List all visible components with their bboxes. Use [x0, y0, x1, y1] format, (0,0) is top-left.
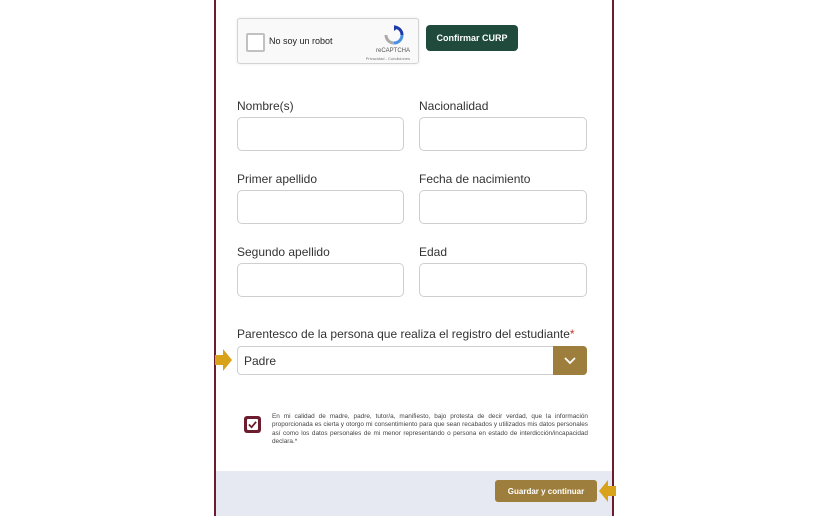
confirm-curp-button[interactable]: Confirmar CURP: [426, 25, 518, 51]
recaptcha-checkbox[interactable]: [246, 33, 265, 52]
parentesco-selected-value: Padre: [244, 354, 277, 368]
recaptcha-widget: No soy un robot reCAPTCHA Privacidad - C…: [237, 18, 419, 64]
recaptcha-label: No soy un robot: [269, 36, 333, 46]
nacionalidad-label: Nacionalidad: [419, 99, 489, 113]
edad-input[interactable]: [419, 263, 587, 297]
edad-label: Edad: [419, 245, 448, 259]
consent-checkbox[interactable]: [244, 416, 261, 433]
recaptcha-logo-icon: [384, 25, 404, 45]
parentesco-question-text: Parentesco de la persona que realiza el …: [237, 327, 570, 341]
nacionalidad-input[interactable]: [419, 117, 587, 151]
checkbox-inner: [247, 419, 258, 430]
parentesco-label: Parentesco de la persona que realiza el …: [237, 327, 575, 341]
nombre-input[interactable]: [237, 117, 404, 151]
segundo-apellido-label: Segundo apellido: [237, 245, 330, 259]
select-toggle-button[interactable]: [553, 346, 587, 375]
parentesco-select[interactable]: Padre: [237, 346, 587, 375]
required-mark: *: [569, 327, 575, 341]
recaptcha-brand: reCAPTCHA: [375, 48, 410, 54]
primer-apellido-label: Primer apellido: [237, 172, 318, 186]
chevron-down-icon: [564, 356, 576, 364]
segundo-apellido-input[interactable]: [237, 263, 404, 297]
primer-apellido-input[interactable]: [237, 190, 404, 224]
arrow-left-icon: [599, 480, 616, 502]
save-continue-button[interactable]: Guardar y continuar: [495, 480, 597, 502]
consent-text: En mi calidad de madre, padre, tutor/a, …: [272, 413, 588, 446]
fecha-nacimiento-input[interactable]: [419, 190, 587, 224]
nombre-label: Nombre(s): [237, 99, 294, 113]
checkmark-icon: [248, 421, 257, 429]
fecha-nacimiento-label: Fecha de nacimiento: [419, 172, 531, 186]
recaptcha-terms-link[interactable]: Privacidad - Condiciones: [366, 56, 410, 61]
arrow-right-icon: [215, 349, 232, 371]
